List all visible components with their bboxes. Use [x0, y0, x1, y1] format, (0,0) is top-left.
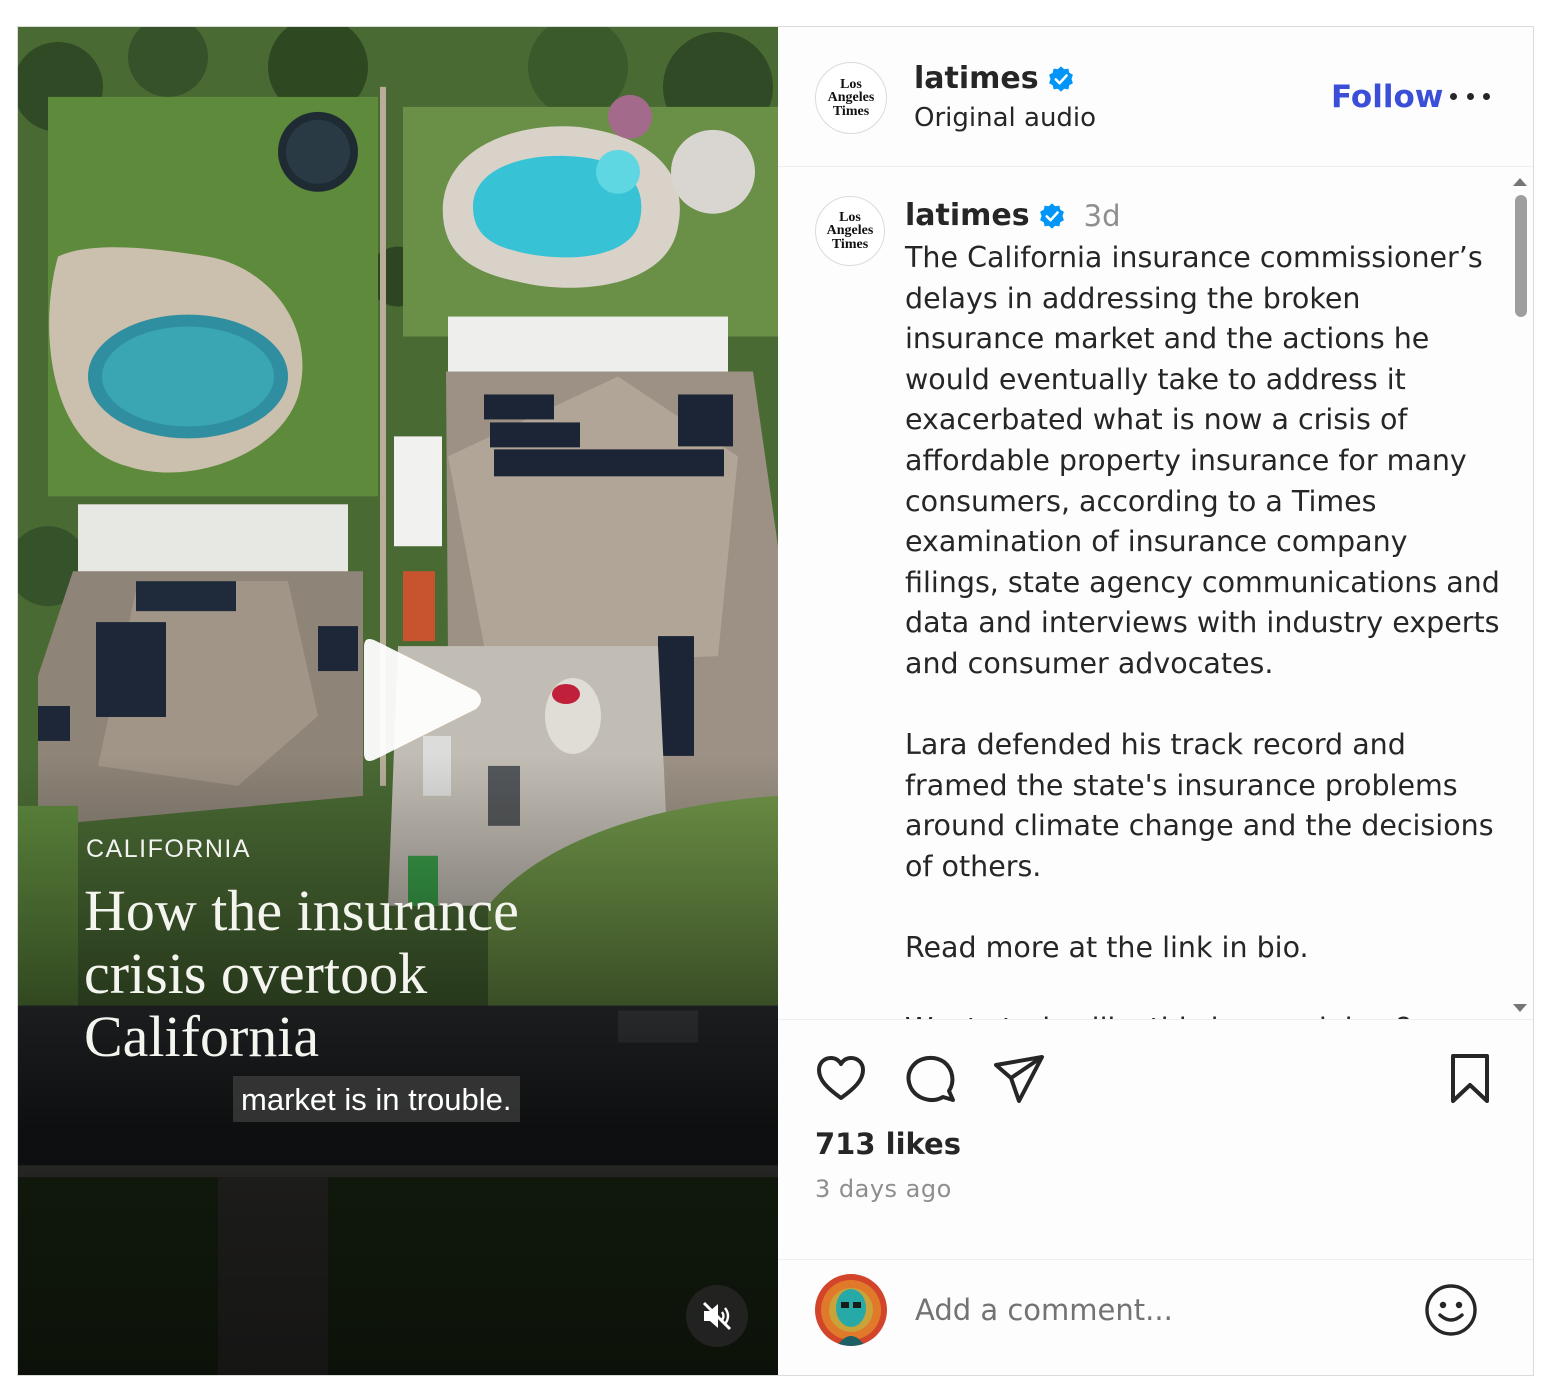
- logo-text: Angeles: [826, 223, 874, 239]
- video-player[interactable]: CALIFORNIA How the insurance crisis over…: [18, 27, 778, 1375]
- speech-bubble-icon: [906, 1055, 955, 1102]
- scrollbar-thumb[interactable]: [1515, 195, 1527, 317]
- video-title-overlay: How the insurance crisis overtook Califo…: [84, 878, 519, 1069]
- post-header: Los Angeles Times latimes Original audio…: [778, 27, 1533, 167]
- more-options-button[interactable]: [1450, 81, 1490, 111]
- share-button[interactable]: [992, 1051, 1048, 1107]
- dot: [1466, 92, 1474, 100]
- current-user-avatar: [815, 1274, 887, 1346]
- bookmark-icon: [1451, 1054, 1489, 1103]
- add-comment-bar: [778, 1259, 1533, 1377]
- post-details-panel: Los Angeles Times latimes Original audio…: [778, 27, 1533, 1375]
- logo-text: Times: [831, 236, 869, 252]
- save-button[interactable]: [1442, 1051, 1498, 1107]
- dot: [1483, 92, 1490, 100]
- muted-speaker-icon: [702, 1301, 732, 1331]
- scroll-up-arrow[interactable]: [1513, 178, 1527, 186]
- profile-avatar[interactable]: Los Angeles Times: [815, 62, 887, 134]
- caption-text: The California insurance commissioner’s …: [905, 241, 1500, 1019]
- caption-username-link[interactable]: latimes: [905, 198, 1030, 233]
- logo-text: Los: [840, 77, 862, 93]
- logo-text: Angeles: [827, 90, 875, 106]
- mute-toggle-button[interactable]: [686, 1285, 748, 1347]
- caption-timestamp[interactable]: 3d: [1084, 199, 1121, 233]
- heart-icon: [817, 1056, 865, 1100]
- audio-link[interactable]: Original audio: [914, 103, 1096, 133]
- smiley-icon: [1425, 1284, 1477, 1336]
- paper-plane-icon: [994, 1055, 1044, 1103]
- follow-button[interactable]: Follow: [1331, 79, 1443, 115]
- likes-count[interactable]: 713 likes: [815, 1127, 961, 1161]
- video-subtitle: market is in trouble.: [233, 1076, 520, 1122]
- action-bar: [778, 1051, 1533, 1111]
- comment-button[interactable]: [903, 1051, 959, 1107]
- like-button[interactable]: [813, 1051, 869, 1107]
- post-date: 3 days ago: [815, 1175, 952, 1203]
- play-icon: [364, 639, 481, 761]
- scroll-down-arrow[interactable]: [1513, 1004, 1527, 1012]
- header-username-link[interactable]: latimes: [914, 61, 1075, 96]
- caption-header: latimes 3d: [905, 198, 1120, 233]
- verified-badge-icon: [1048, 65, 1073, 92]
- verified-badge-icon: [1039, 202, 1064, 229]
- comment-input[interactable]: [915, 1286, 1375, 1334]
- logo-text: Los: [839, 210, 861, 226]
- video-section-label: CALIFORNIA: [86, 835, 252, 863]
- dot: [1450, 92, 1457, 100]
- play-button[interactable]: [336, 625, 486, 775]
- username: latimes: [914, 61, 1039, 96]
- caption-scroll-area[interactable]: Los Angeles Times latimes 3d The Califor…: [778, 168, 1533, 1020]
- emoji-picker-button[interactable]: [1423, 1282, 1479, 1338]
- instagram-post: CALIFORNIA How the insurance crisis over…: [17, 26, 1534, 1376]
- caption-avatar[interactable]: Los Angeles Times: [815, 196, 885, 266]
- logo-text: Times: [832, 103, 870, 119]
